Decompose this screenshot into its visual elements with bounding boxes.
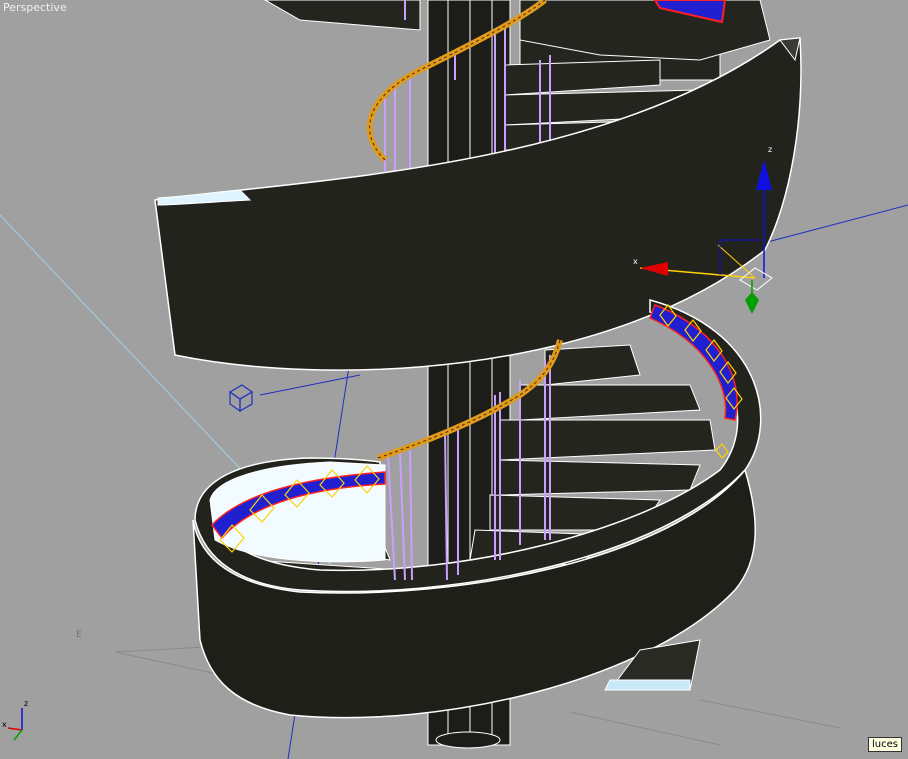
viewport-label[interactable]: Perspective — [3, 1, 67, 14]
gizmo-z-label: z — [768, 145, 772, 154]
tripod-z-label: z — [24, 699, 28, 708]
gizmo-x-label: x — [633, 257, 638, 266]
perspective-viewport[interactable]: x z z x Perspective E luces — [0, 0, 908, 759]
tripod-x-label: x — [2, 720, 7, 729]
object-tooltip: luces — [868, 737, 902, 752]
light-helper-icon[interactable] — [228, 384, 254, 413]
compass-label: E — [76, 630, 82, 640]
scene-canvas[interactable]: x z z x — [0, 0, 908, 759]
axis-tripod: z x — [2, 699, 28, 741]
